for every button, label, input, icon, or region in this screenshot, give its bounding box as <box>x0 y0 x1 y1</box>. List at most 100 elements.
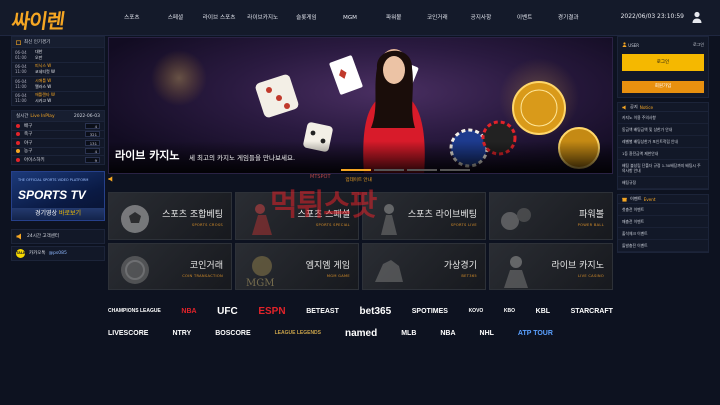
logo-atp-tour: ATP TOUR <box>517 329 553 337</box>
notice-item[interactable]: 배팅규정 <box>618 177 708 189</box>
event-item[interactable]: 첫충전 이벤트 <box>618 204 708 216</box>
schedule-header: 최신 인기경기 <box>12 37 104 47</box>
live-sport-baseball[interactable]: 야구 131 <box>12 138 104 147</box>
nav-live-sports[interactable]: 라이브 스포츠 <box>197 0 241 36</box>
nav-notice[interactable]: 공지사항 <box>459 0 503 36</box>
logo-league-of-legends: LEAGUE LEGENDS <box>274 330 322 336</box>
event-item[interactable]: 출석체크 이벤트 <box>618 228 708 240</box>
notice-item[interactable]: 동금액 배팅금액 및 상한가 안내 <box>618 124 708 136</box>
login-button[interactable]: 로그인 <box>622 54 704 71</box>
tv-caption: THE OFFICIAL SPORTS VIDEO PLATFORM <box>18 177 89 182</box>
live-sport-icehockey[interactable]: 아이스하키 9 <box>12 155 104 164</box>
banner-title: 라이브 카지노 <box>115 149 180 162</box>
tv-watch-button[interactable]: 경기영상 바로보기 <box>12 207 104 220</box>
away-team: 오만 <box>35 54 43 60</box>
schedule-panel: 최신 인기경기 06-04 01:00 대한 오만 06-04 11:00 피닉스 W… <box>11 36 105 106</box>
notice-item[interactable]: 배팅 불성립 단폴더 규정 1.30배당까지 배팅시 주의사항 안내 <box>618 160 708 177</box>
live-count: 4 <box>85 122 100 129</box>
game-grid: 스포츠 조합베팅 SPORTS CROSS 스포츠 스페셜 SPORTS SPECI… <box>108 192 613 290</box>
live-count: 9 <box>85 156 100 163</box>
mgm-lion-icon: MGM <box>246 255 274 288</box>
logo-beteast: BETEAST <box>306 307 339 315</box>
notice-ticker[interactable]: 업데이트 안내 <box>108 176 613 189</box>
logo-ufc: UFC <box>217 305 238 317</box>
login-label: USER <box>628 43 640 48</box>
notice-item[interactable]: 카지노 이용 주의사항 <box>618 112 708 124</box>
live-header: 실시간 Live InPlay 2022-06-03 <box>12 111 104 121</box>
match-time: 11:00 <box>15 69 27 75</box>
live-count: 321 <box>85 131 100 138</box>
tile-sports-special[interactable]: 스포츠 스페셜 SPORTS SPECIAL <box>235 192 359 240</box>
away-team: 앨러스 W <box>35 83 52 89</box>
banner-dot[interactable] <box>374 169 404 171</box>
join-button[interactable]: 회원가입 <box>622 81 704 93</box>
hero-banner[interactable]: ♦ ♠ 라이브 카지노 세 최고의 카지노 게임들을 만나보세요. <box>108 37 613 174</box>
coin-icon <box>121 255 149 284</box>
main-nav: 스포츠 스페셜 라이브 스포츠 라이브카지노 슬롯게임 MGM 파워볼 코인거래… <box>110 0 590 36</box>
logo-livescore: LIVESCORE <box>108 329 149 337</box>
logo-kbl: KBL <box>535 307 551 315</box>
logo-kovo: KOVO <box>468 308 484 314</box>
banner-dot[interactable] <box>440 169 470 171</box>
tile-mgm[interactable]: MGM 엠지엠 게임 MGM GAME <box>235 242 359 290</box>
user-icon <box>622 42 627 47</box>
cs-hours: 24시간 고객센터 <box>27 234 59 239</box>
nav-coin[interactable]: 코인거래 <box>415 0 459 36</box>
gift-icon <box>622 197 627 202</box>
match-time: 11:00 <box>15 98 27 104</box>
kakao-contact[interactable]: TALK 카카오톡 @ps085 <box>11 245 105 261</box>
schedule-row[interactable]: 06-04 11:00 애틀랜타 W 시카고 W <box>12 90 104 106</box>
live-sport-volleyball[interactable]: 배구 4 <box>12 121 104 130</box>
calendar-icon <box>16 40 21 45</box>
kakao-id: @ps085 <box>48 250 67 256</box>
away-team: 코네티컷 W <box>35 69 55 75</box>
user-icon[interactable] <box>692 11 702 23</box>
kakao-talk-icon: TALK <box>16 248 26 258</box>
sports-tv-banner[interactable]: THE OFFICIAL SPORTS VIDEO PLATFORM SPORT… <box>11 170 105 221</box>
login-link[interactable]: 로그인 <box>693 42 704 48</box>
event-panel: 이벤트 Event 첫충전 이벤트 매충전 이벤트 출석체크 이벤트 돌발충전 이… <box>617 194 709 253</box>
logo-spotimes: SPOTIMES <box>411 307 448 315</box>
nav-mgm[interactable]: MGM <box>328 0 372 36</box>
live-date: 2022-06-03 <box>73 113 100 119</box>
customer-center: 24시간 고객센터 <box>11 228 105 244</box>
nav-event[interactable]: 이벤트 <box>503 0 547 36</box>
megaphone-icon <box>16 233 21 239</box>
banner-dot[interactable] <box>341 169 371 171</box>
nav-slot[interactable]: 슬롯게임 <box>285 0 329 36</box>
live-sport-basketball[interactable]: 농구 4 <box>12 146 104 156</box>
site-logo[interactable]: 싸이렌 <box>10 5 66 34</box>
logo-named: named <box>345 327 378 339</box>
clock: 2022/06/03 23:10:59 <box>620 13 684 20</box>
tile-coin[interactable]: 코인거래 COIN TRANSACTION <box>108 242 232 290</box>
player-icon <box>381 204 397 235</box>
nav-sports[interactable]: 스포츠 <box>110 0 154 36</box>
live-count: 4 <box>85 148 100 155</box>
logo-mlb: MLB <box>401 329 417 337</box>
schedule-row[interactable]: 06-04 01:00 대한 오만 <box>12 47 104 62</box>
nav-results[interactable]: 경기결과 <box>546 0 590 36</box>
kakao-label: 카카오톡 <box>29 251 46 256</box>
brand-row-2: LIVESCORE NTRY BOSCORE LEAGUE LEGENDS na… <box>108 322 613 344</box>
nav-powerball[interactable]: 파워볼 <box>372 0 416 36</box>
schedule-row[interactable]: 06-04 11:00 피닉스 W 코네티컷 W <box>12 61 104 77</box>
logo-nhl: NHL <box>479 329 494 337</box>
tile-sports-live[interactable]: 스포츠 라이브베팅 SPORTS LIVE <box>362 192 486 240</box>
live-sport-soccer[interactable]: 축구 321 <box>12 129 104 139</box>
tile-sports-cross[interactable]: 스포츠 조합베팅 SPORTS CROSS <box>108 192 232 240</box>
tile-live-casino[interactable]: 라이브 카지노 LIVE CASINO <box>489 242 613 290</box>
nav-special[interactable]: 스페셜 <box>154 0 198 36</box>
soccer-ball-icon <box>121 205 149 233</box>
soccer-icon <box>16 132 20 137</box>
notice-item[interactable]: 1등 환전금액 제한안내 <box>618 148 708 160</box>
logo-espn: ESPN <box>258 305 286 317</box>
event-item[interactable]: 매충전 이벤트 <box>618 216 708 228</box>
notice-item[interactable]: 레벨별 배팅상한가 포인트적립 안내 <box>618 136 708 148</box>
nav-live-casino[interactable]: 라이브카지노 <box>241 0 285 36</box>
tile-powerball[interactable]: 파워볼 POWER BALL <box>489 192 613 240</box>
banner-dot[interactable] <box>407 169 437 171</box>
event-item[interactable]: 돌발충전 이벤트 <box>618 240 708 252</box>
tile-virtual[interactable]: 가상경기 BET365 <box>362 242 486 290</box>
logo-ntry: NTRY <box>172 329 192 337</box>
schedule-row[interactable]: 06-04 11:00 시애틀 W 앨러스 W <box>12 76 104 91</box>
